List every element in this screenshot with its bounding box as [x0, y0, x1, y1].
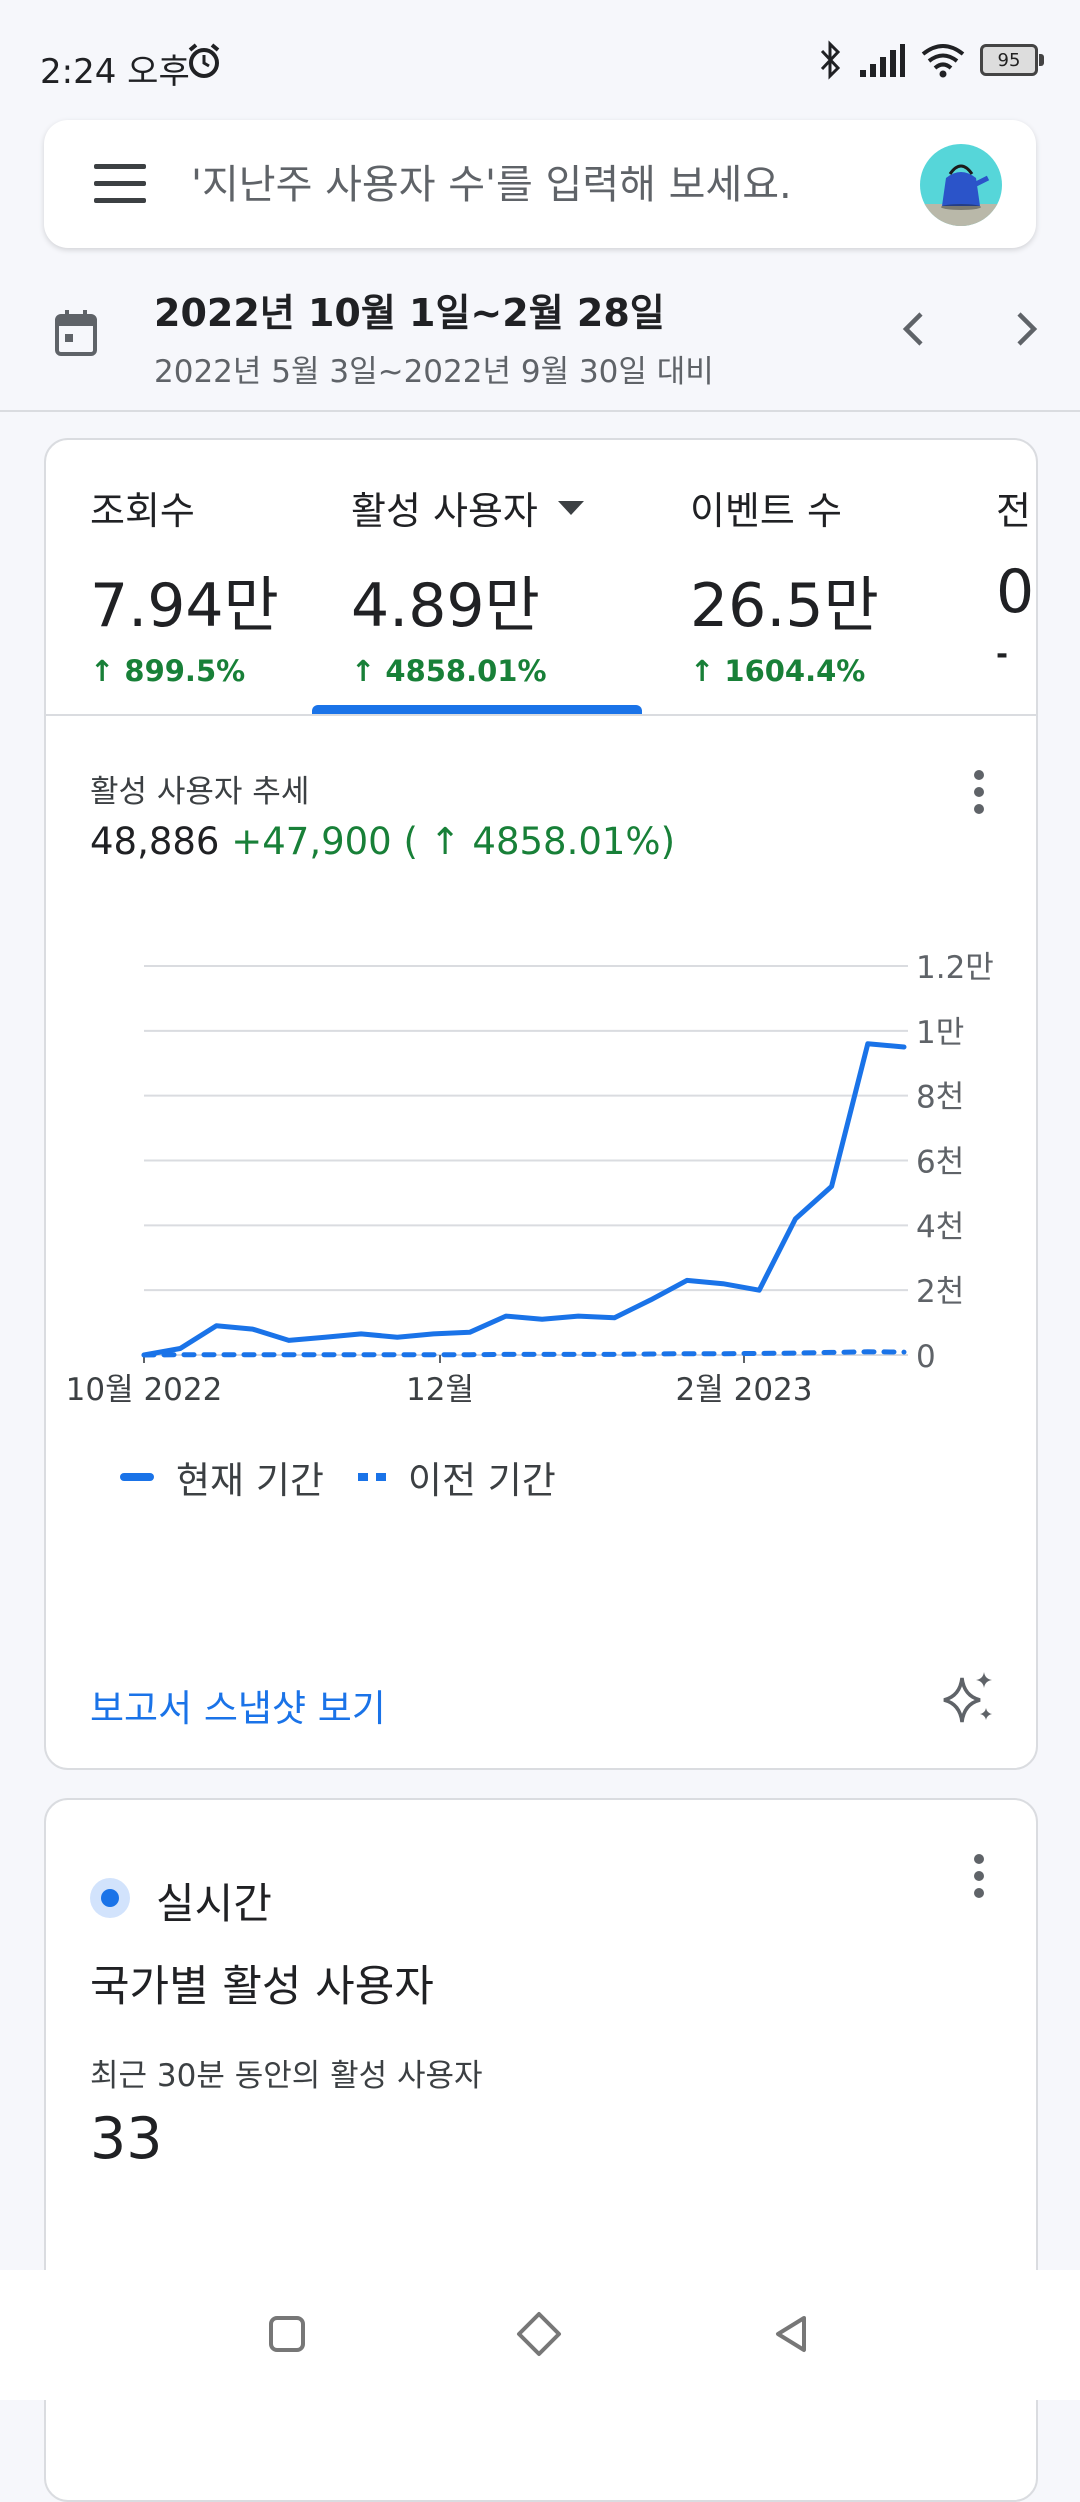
- status-time: 2:24 오후: [40, 52, 190, 92]
- y-tick-label: 1만: [916, 1015, 964, 1051]
- system-nav-bar: [0, 2270, 1080, 2400]
- metric-value: 0: [996, 557, 1035, 627]
- kettle-avatar-icon: [920, 164, 1002, 226]
- x-tick-label: 10월 2022: [66, 1372, 223, 1408]
- metric-value: 7.94만: [90, 571, 279, 641]
- y-tick-label: 6천: [916, 1145, 964, 1181]
- trend-title: 활성 사용자 추세: [90, 774, 310, 810]
- chart-legend: 현재 기간 이전 기간: [120, 1450, 556, 1504]
- more-options-icon[interactable]: [974, 1854, 986, 1905]
- battery-level: 95: [997, 49, 1021, 71]
- y-tick-label: 4천: [916, 1209, 964, 1245]
- y-tick-label: 0: [916, 1339, 936, 1375]
- status-icons: 95: [818, 40, 1044, 80]
- realtime-label: 실시간: [156, 1879, 272, 1928]
- trend-summary: 48,886 +47,900 ( ↑ 4858.01%): [90, 820, 675, 863]
- metric-change: ↑ 1604.4%: [690, 654, 866, 688]
- date-range-comparison: 2022년 5월 3일~2022년 9월 30일 대비: [154, 354, 714, 390]
- selected-tab-indicator: [312, 705, 642, 714]
- metric-value: 26.5만: [690, 571, 879, 641]
- metric-label: 이벤트 수: [690, 489, 842, 533]
- realtime-caption: 최근 30분 동안의 활성 사용자: [90, 2058, 483, 2094]
- signal-icon: [860, 44, 905, 77]
- sparkle-icon[interactable]: [940, 1670, 996, 1726]
- tab-divider: [46, 714, 1036, 716]
- alarm-icon: [188, 43, 220, 78]
- metric-change: ↑ 899.5%: [90, 654, 246, 688]
- dropdown-arrow-icon[interactable]: [556, 499, 586, 517]
- metric-tab-partial[interactable]: 전 0 -: [996, 480, 1034, 671]
- x-tick-label: 12월: [406, 1372, 474, 1408]
- y-tick-label: 8천: [916, 1080, 964, 1116]
- battery-indicator: 95: [980, 44, 1044, 76]
- recents-button-icon[interactable]: [267, 2314, 307, 2354]
- metric-label: 전: [996, 489, 1031, 533]
- legend-label-previous: 이전 기간: [407, 1459, 556, 1502]
- search-input[interactable]: [189, 154, 893, 216]
- metric-label: 조회수: [90, 489, 195, 533]
- avatar[interactable]: [920, 144, 1002, 226]
- next-period-button[interactable]: [1000, 304, 1050, 354]
- metric-change: ↑ 4858.01%: [351, 654, 547, 688]
- view-report-snapshot-link[interactable]: 보고서 스냅샷 보기: [90, 1678, 386, 1732]
- legend-swatch-current: [120, 1473, 154, 1481]
- trend-total: 48,886: [90, 820, 220, 863]
- metric-tab-views[interactable]: 조회수 7.94만 ↑ 899.5%: [90, 480, 279, 688]
- realtime-title: 국가별 활성 사용자: [90, 1962, 434, 2012]
- realtime-count: 33: [90, 2106, 163, 2172]
- home-button-icon[interactable]: [515, 2310, 563, 2358]
- wifi-icon: [921, 44, 965, 78]
- search-bar: [44, 120, 1036, 248]
- menu-icon[interactable]: [94, 164, 146, 204]
- metric-change: -: [996, 637, 1009, 671]
- metric-tab-event-count[interactable]: 이벤트 수 26.5만 ↑ 1604.4%: [690, 480, 879, 688]
- back-button-icon[interactable]: [772, 2314, 812, 2354]
- realtime-indicator-icon: [90, 1878, 130, 1918]
- series-line-current: [141, 1041, 907, 1358]
- y-tick-label: 1.2만: [916, 950, 994, 986]
- metric-tab-active-users[interactable]: 활성 사용자 4.89만 ↑ 4858.01%: [351, 480, 586, 688]
- date-range-primary[interactable]: 2022년 10월 1일~2월 28일: [154, 282, 665, 337]
- trend-delta: +47,900 ( ↑ 4858.01%): [231, 820, 676, 863]
- y-tick-label: 2천: [916, 1274, 964, 1310]
- status-bar: 2:24 오후 95: [0, 0, 1080, 120]
- active-users-trend-chart: 0 2천 4천 6천 8천 1만 1.2만 10월 2022 12월 2월 2023: [66, 950, 994, 1408]
- metrics-card: 조회수 7.94만 ↑ 899.5% 활성 사용자 4.89만 ↑ 4858.0…: [44, 438, 1038, 1770]
- calendar-icon[interactable]: [54, 308, 98, 358]
- metric-label: 활성 사용자: [351, 489, 538, 533]
- more-options-icon[interactable]: [974, 770, 986, 821]
- legend-swatch-previous: [357, 1473, 386, 1481]
- previous-period-button[interactable]: [890, 304, 940, 354]
- metric-value: 4.89만: [351, 571, 540, 641]
- bluetooth-icon: [820, 40, 841, 80]
- legend-label-current: 현재 기간: [176, 1459, 324, 1502]
- date-range-bar: 2022년 10월 1일~2월 28일 2022년 5월 3일~2022년 9월…: [0, 262, 1080, 412]
- x-tick-label: 2월 2023: [676, 1372, 813, 1408]
